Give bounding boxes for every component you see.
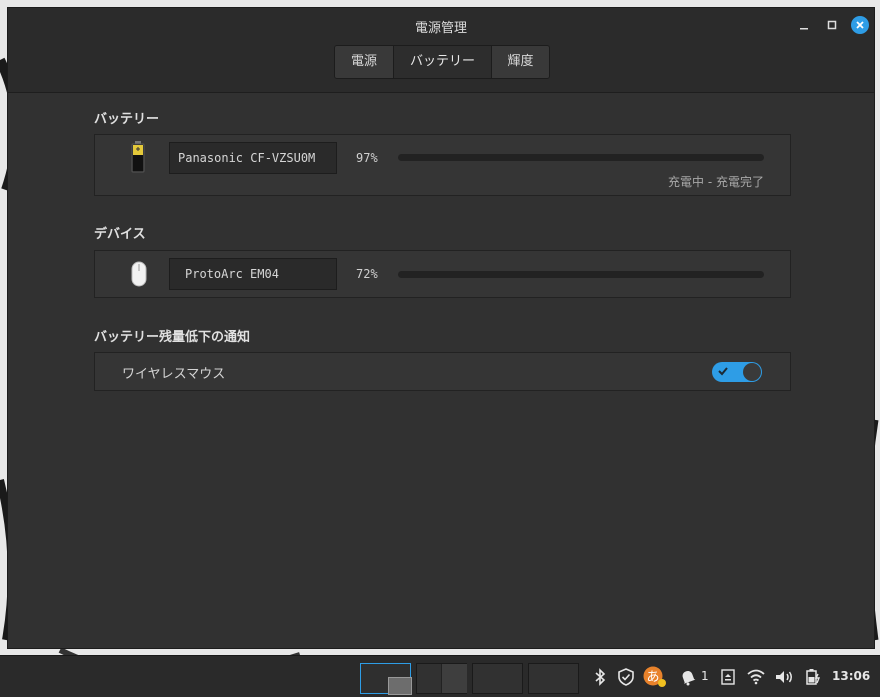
- battery-row: Panasonic CF-VZSU0M 97% 充電中 - 充電完了: [94, 134, 791, 196]
- tab-battery[interactable]: バッテリー: [393, 46, 491, 78]
- bluetooth-icon[interactable]: [592, 666, 608, 688]
- devices-section-title: デバイス: [94, 227, 146, 242]
- maximize-button[interactable]: [824, 17, 840, 33]
- taskbar: あ 1 13:06: [0, 655, 880, 697]
- maximize-icon: [827, 20, 837, 30]
- battery-level-bar: [398, 154, 764, 161]
- workspace-4[interactable]: [528, 663, 579, 694]
- input-method-icon[interactable]: あ: [643, 666, 667, 688]
- title-bar: 電源管理 電源 バッテリー 輝度: [8, 8, 874, 93]
- check-icon: [718, 367, 728, 376]
- close-button[interactable]: [851, 16, 869, 34]
- device-level-bar: [398, 271, 764, 278]
- low-battery-notify-row: ワイヤレスマウス: [94, 352, 791, 391]
- minimize-icon: [800, 28, 808, 30]
- toggle-knob: [743, 363, 761, 381]
- low-battery-section-title: バッテリー残量低下の通知: [94, 330, 251, 345]
- workspace-2[interactable]: [416, 663, 467, 694]
- tab-brightness[interactable]: 輝度: [491, 46, 549, 78]
- volume-icon[interactable]: [773, 666, 795, 688]
- battery-status: 充電中 - 充電完了: [668, 175, 764, 189]
- wireless-mouse-notify-toggle[interactable]: [712, 362, 762, 382]
- minimize-button[interactable]: [796, 17, 812, 33]
- battery-name-field: Panasonic CF-VZSU0M: [169, 142, 337, 174]
- workspace-1[interactable]: [360, 663, 412, 695]
- power-manager-window: 電源管理 電源 バッテリー 輝度 バッテリー Panasonic CF-VZSU…: [7, 7, 875, 649]
- close-icon: [856, 21, 864, 29]
- battery-icon: [131, 141, 145, 177]
- workspace-3[interactable]: [472, 663, 523, 694]
- shield-icon[interactable]: [616, 666, 636, 688]
- notification-bell-icon[interactable]: [678, 666, 698, 688]
- tab-power[interactable]: 電源: [335, 46, 393, 78]
- wireless-mouse-label: ワイヤレスマウス: [122, 367, 226, 382]
- device-name-field: ProtoArc EM04: [169, 258, 337, 290]
- tab-bar: 電源 バッテリー 輝度: [334, 45, 550, 79]
- battery-charging-tray-icon[interactable]: [803, 666, 823, 688]
- device-percent: 72%: [356, 267, 378, 281]
- device-row: ProtoArc EM04 72%: [94, 250, 791, 298]
- battery-percent: 97%: [356, 151, 378, 165]
- window-title: 電源管理: [414, 21, 467, 36]
- clock: 13:06: [832, 669, 871, 683]
- eject-icon[interactable]: [719, 666, 737, 688]
- svg-text:あ: あ: [646, 670, 659, 685]
- notification-count: 1: [701, 669, 709, 683]
- wifi-icon[interactable]: [746, 666, 766, 688]
- battery-section-title: バッテリー: [94, 112, 160, 127]
- mouse-icon: [131, 261, 147, 291]
